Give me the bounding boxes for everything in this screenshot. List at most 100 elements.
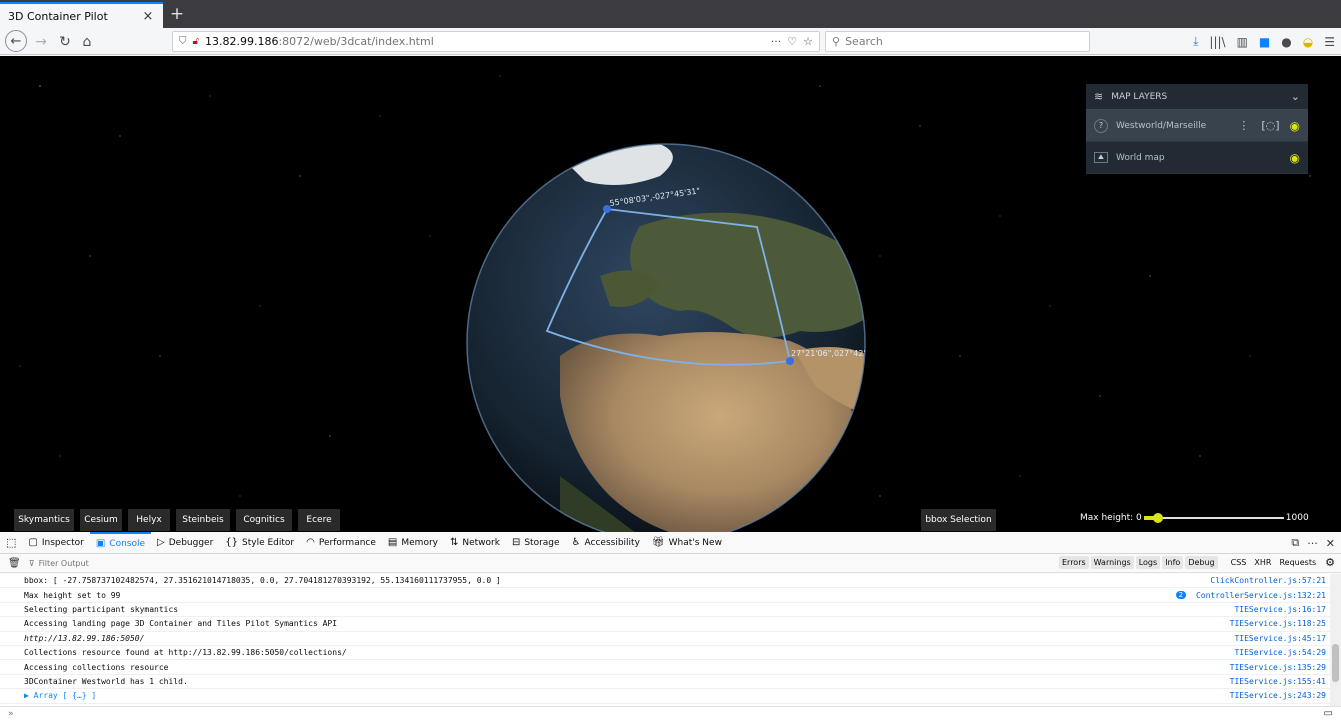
bbox-se-handle[interactable] — [786, 357, 794, 365]
participant-button-steinbeis[interactable]: Steinbeis — [176, 509, 230, 531]
console-scrollbar[interactable] — [1330, 574, 1341, 706]
participant-button-skymantics[interactable]: Skymantics — [14, 509, 74, 531]
home-icon: ⌂ — [82, 33, 92, 50]
filter-debug-button[interactable]: Debug — [1185, 556, 1218, 569]
console-source-link[interactable]: TIEService.js:243:29 — [1230, 691, 1326, 700]
clear-console-icon[interactable]: 🗑︎ — [8, 558, 21, 569]
tracking-protection-icon[interactable]: ⛉ — [179, 36, 187, 47]
dock-options-icon[interactable]: ⧉ — [1291, 536, 1299, 550]
filter-output-input[interactable]: Filter Output — [39, 559, 339, 568]
tab-label: Network — [462, 537, 500, 548]
url-bar[interactable]: ⛉ 🔓︎ 13.82.99.186:8072/web/3dcat/index.h… — [172, 31, 820, 52]
console-source-link[interactable]: ControllerService.js:132:21 — [1196, 591, 1326, 600]
participant-button-cognitics[interactable]: Cognitics — [236, 509, 292, 531]
tab-label: Debugger — [168, 537, 214, 548]
console-settings-icon[interactable]: ⚙ — [1325, 556, 1335, 569]
inspector-icon: ▢ — [28, 537, 38, 548]
page-actions-button[interactable]: ··· — [771, 35, 782, 48]
map-layers-header[interactable]: ≋ MAP LAYERS ⌄ — [1086, 84, 1308, 110]
new-tab-button[interactable]: + — [166, 4, 188, 26]
browser-tab[interactable]: 3D Container Pilot × — [0, 2, 163, 28]
tab-inspector[interactable]: ▢ Inspector — [22, 532, 89, 554]
filter-icon: ⊽ — [28, 558, 35, 568]
arrow-left-icon: ← — [10, 33, 22, 49]
layer-name: World map — [1116, 152, 1165, 163]
forward-button[interactable]: → — [32, 31, 50, 52]
downloads-icon[interactable]: ⤓ — [1193, 34, 1198, 49]
more-options-icon[interactable]: ··· — [1307, 537, 1318, 550]
scrollbar-thumb[interactable] — [1332, 644, 1339, 682]
home-button[interactable]: ⌂ — [78, 31, 96, 52]
debugger-icon: ▷ — [157, 537, 165, 548]
console-source-link[interactable]: TIEService.js:118:25 — [1230, 619, 1326, 628]
participant-button-helyx[interactable]: Helyx — [128, 509, 170, 531]
back-button[interactable]: ← — [5, 30, 27, 52]
console-source-link[interactable]: TIEService.js:45:17 — [1234, 634, 1326, 643]
memory-icon: ▤ — [387, 537, 398, 548]
tab-memory[interactable]: ▤ Memory — [382, 532, 444, 554]
visibility-eye-icon[interactable]: ◉ — [1290, 119, 1300, 133]
layer-menu-icon[interactable]: ⋮ — [1238, 119, 1249, 132]
sidebars-icon[interactable]: ▥ — [1237, 35, 1248, 49]
console-message-text: 3DContainer Westworld has 1 child. — [24, 676, 188, 686]
arrow-right-icon: → — [35, 33, 47, 50]
tab-network[interactable]: ⇅ Network — [444, 532, 506, 554]
console-source-link[interactable]: ClickController.js:57:21 — [1210, 576, 1326, 585]
image-layer-icon: ⛰ — [1094, 152, 1108, 163]
console-source-link[interactable]: TIEService.js:155:41 — [1230, 677, 1326, 686]
tab-storage[interactable]: ⊟ Storage — [506, 532, 566, 554]
split-console-icon[interactable]: ▭ — [1324, 708, 1333, 719]
insecure-lock-icon[interactable]: 🔓︎ — [193, 36, 199, 47]
participant-button-cesium[interactable]: Cesium — [80, 509, 122, 531]
cesium-viewer[interactable]: 55°08'03",-027°45'31" 27°21'06",027°42' … — [0, 56, 1341, 532]
tab-debugger[interactable]: ▷ Debugger — [151, 532, 219, 554]
console-source-link[interactable]: TIEService.js:135:29 — [1230, 663, 1326, 672]
slider-thumb[interactable] — [1152, 513, 1163, 523]
filter-logs-button[interactable]: Logs — [1135, 556, 1161, 569]
visibility-eye-icon[interactable]: ◉ — [1290, 151, 1300, 165]
extension-icon[interactable]: ■ — [1259, 35, 1270, 49]
library-icon[interactable]: |||\ — [1209, 35, 1225, 49]
close-devtools-icon[interactable]: ✕ — [1326, 537, 1335, 550]
console-filter-bar: 🗑︎ ⊽ Filter Output Errors Warnings Logs … — [0, 554, 1341, 573]
max-height-slider[interactable] — [1143, 513, 1284, 523]
menu-icon[interactable]: ☰ — [1324, 35, 1335, 49]
network-icon: ⇅ — [449, 537, 459, 548]
console-source-link[interactable]: TIEService.js:16:17 — [1234, 605, 1326, 614]
tab-what-s-new[interactable]: 🎁︎ What's New — [646, 532, 728, 554]
console-message: ▶ Array [ {…} ] TIEService.js:243:29 — [0, 689, 1330, 704]
close-tab-icon[interactable]: × — [141, 9, 155, 24]
console-source-link[interactable]: TIEService.js:54:29 — [1234, 648, 1326, 657]
tab-label: Console — [109, 538, 146, 549]
tab-console[interactable]: ▣ Console — [89, 531, 152, 554]
filter-errors-button[interactable]: Errors — [1058, 556, 1089, 569]
bookmark-star-icon[interactable]: ☆ — [803, 35, 813, 48]
search-bar[interactable]: ⚲ Search — [825, 31, 1090, 52]
pocket-icon[interactable]: ♡ — [787, 35, 797, 48]
layer-row-world-map[interactable]: ⛰ World map ◉ — [1086, 142, 1308, 174]
pick-element-icon[interactable]: ⬚ — [0, 536, 22, 549]
console-message-text: http://13.82.99.186:5050/ — [24, 633, 145, 643]
chevron-down-icon[interactable]: ⌄ — [1291, 90, 1300, 103]
bbox-selection-button[interactable]: bbox Selection — [921, 509, 996, 531]
console-input[interactable]: » ▭ — [0, 706, 1341, 720]
console-level-filters: Errors Warnings Logs Info Debug CSS XHR … — [1058, 556, 1335, 569]
console-message-text: bbox: [ -27.758737102482574, 27.35162101… — [24, 576, 501, 586]
tab-style-editor[interactable]: {} Style Editor — [219, 532, 300, 554]
filter-warnings-button[interactable]: Warnings — [1090, 556, 1134, 569]
filter-requests-button[interactable]: Requests — [1276, 556, 1319, 569]
filter-info-button[interactable]: Info — [1162, 556, 1184, 569]
console-message-text[interactable]: ▶ Array [ {…} ] — [24, 691, 1224, 700]
extension-2-icon[interactable]: ◒ — [1303, 35, 1313, 49]
account-icon[interactable]: ● — [1281, 35, 1291, 49]
filter-css-button[interactable]: CSS — [1228, 556, 1250, 569]
reload-button[interactable]: ↻ — [56, 31, 74, 52]
console-icon: ▣ — [95, 538, 106, 549]
participant-button-ecere[interactable]: Ecere — [298, 509, 340, 531]
zoom-to-layer-icon[interactable]: [◌] — [1261, 119, 1279, 132]
layer-row-westworld[interactable]: ? Westworld/Marseille ⋮ [◌] ◉ — [1086, 110, 1308, 142]
filter-xhr-button[interactable]: XHR — [1251, 556, 1274, 569]
tab-accessibility[interactable]: ♿︎ Accessibility — [566, 532, 646, 554]
console-message: bbox: [ -27.758737102482574, 27.35162101… — [0, 574, 1330, 589]
tab-performance[interactable]: ◠ Performance — [300, 532, 382, 554]
